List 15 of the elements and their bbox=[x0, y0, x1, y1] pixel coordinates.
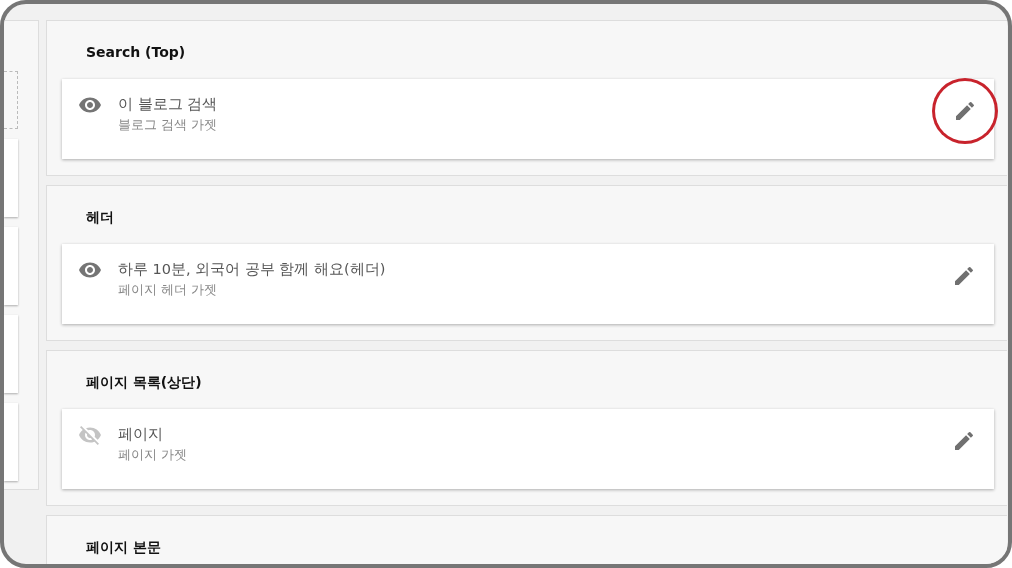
pencil-icon bbox=[952, 264, 976, 288]
gadget-type: 블로그 검색 가젯 bbox=[118, 116, 218, 134]
section-title: 페이지 목록(상단) bbox=[86, 373, 203, 392]
edit-button[interactable] bbox=[935, 81, 995, 141]
section-title: 페이지 본문 bbox=[86, 538, 162, 557]
gadget-type: 페이지 헤더 가젯 bbox=[118, 281, 218, 299]
gadget-title: 이 블로그 검색 bbox=[118, 95, 219, 114]
pencil-icon bbox=[952, 429, 976, 453]
gadget-type: 페이지 가젯 bbox=[118, 446, 188, 464]
pencil-icon bbox=[953, 99, 977, 123]
gadget-title: 하루 10분, 외국어 공부 함께 해요(헤더) bbox=[118, 260, 387, 279]
section-title: Search (Top) bbox=[86, 43, 187, 62]
drop-zone bbox=[4, 71, 18, 129]
section-title: 헤더 bbox=[86, 208, 115, 227]
gadget-title: 페이지 bbox=[118, 425, 164, 444]
